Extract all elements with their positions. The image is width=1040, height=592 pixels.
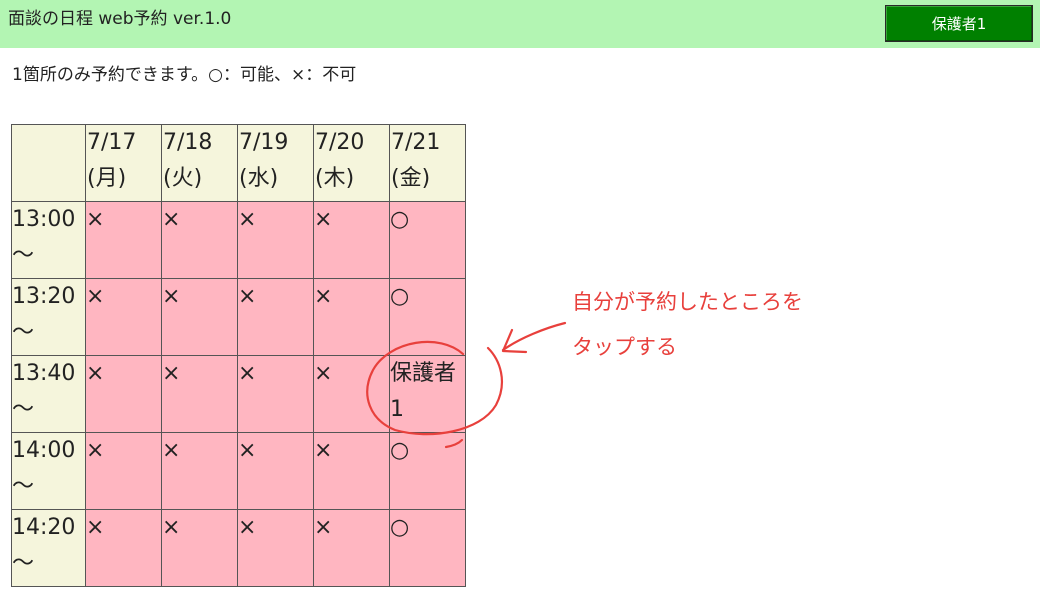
date-header-0718: 7/18 (火) [161,124,238,202]
time-label: 13:20 [12,284,76,309]
app-header: 面談の日程 web予約 ver.1.0 保護者1 [0,0,1040,48]
time-label: 13:00 [12,207,76,232]
time-tilde: ～ [12,474,35,499]
slot-cell[interactable]: × [237,278,314,356]
annotation-text-2: タップする [572,335,677,359]
slot-cell[interactable]: × [161,278,238,356]
date-label: 7/18 [163,130,213,155]
time-row-1340: 13:40 ～ × × × × 保護者1 [11,355,466,433]
slot-cell[interactable]: ○ [389,278,466,356]
schedule-table: 7/17 (月) 7/18 (火) 7/19 (水) 7/20 (木) 7/21… [11,124,466,587]
weekday-label: (水) [239,166,279,191]
time-slot-label: 14:20 ～ [11,509,86,587]
slot-cell[interactable]: × [313,278,390,356]
date-label: 7/20 [315,130,365,155]
date-header-0721: 7/21 (金) [389,124,466,202]
slot-cell[interactable]: × [85,509,162,587]
slot-cell[interactable]: ○ [389,432,466,510]
slot-cell[interactable]: × [237,509,314,587]
time-tilde: ～ [12,397,35,422]
slot-cell[interactable]: × [237,201,314,279]
time-slot-label: 14:00 ～ [11,432,86,510]
slot-cell[interactable]: × [237,432,314,510]
weekday-label: (火) [163,166,203,191]
slot-cell[interactable]: × [313,355,390,433]
time-row-1400: 14:00 ～ × × × × ○ [11,432,466,510]
slot-cell[interactable]: × [161,201,238,279]
time-slot-label: 13:20 ～ [11,278,86,356]
time-slot-label: 13:40 ～ [11,355,86,433]
instruction-text: 1箇所のみ予約できます。○：可能、×：不可 [12,65,357,85]
date-header-0717: 7/17 (月) [85,124,162,202]
time-tilde: ～ [12,320,35,345]
date-label: 7/19 [239,130,289,155]
time-row-1300: 13:00 ～ × × × × ○ [11,201,466,279]
user-button[interactable]: 保護者1 [885,5,1033,42]
my-reservation-cell[interactable]: 保護者1 [389,355,466,433]
annotation-text-1: 自分が予約したところを [572,290,803,314]
slot-cell[interactable]: ○ [389,201,466,279]
date-header-0719: 7/19 (水) [237,124,314,202]
slot-cell[interactable]: × [161,509,238,587]
slot-cell[interactable]: × [161,355,238,433]
slot-cell[interactable]: × [313,201,390,279]
slot-cell[interactable]: × [313,509,390,587]
date-header-row: 7/17 (月) 7/18 (火) 7/19 (水) 7/20 (木) 7/21… [11,124,466,202]
corner-cell [11,124,86,202]
time-slot-label: 13:00 ～ [11,201,86,279]
time-label: 14:20 [12,515,76,540]
time-label: 14:00 [12,438,76,463]
arrow-shaft [501,321,567,352]
time-tilde: ～ [12,551,35,576]
weekday-label: (月) [87,166,127,191]
arrow-head [501,328,528,354]
date-label: 7/21 [391,130,441,155]
slot-cell[interactable]: × [237,355,314,433]
time-row-1420: 14:20 ～ × × × × ○ [11,509,466,587]
slot-cell[interactable]: × [85,432,162,510]
date-header-0720: 7/20 (木) [313,124,390,202]
weekday-label: (木) [315,166,355,191]
slot-cell[interactable]: × [161,432,238,510]
app-title: 面談の日程 web予約 ver.1.0 [8,9,232,29]
time-label: 13:40 [12,361,76,386]
slot-cell[interactable]: × [85,201,162,279]
slot-cell[interactable]: × [85,278,162,356]
time-tilde: ～ [12,243,35,268]
date-label: 7/17 [87,130,137,155]
slot-cell[interactable]: × [313,432,390,510]
weekday-label: (金) [391,166,431,191]
slot-cell[interactable]: × [85,355,162,433]
time-row-1320: 13:20 ～ × × × × ○ [11,278,466,356]
slot-cell[interactable]: ○ [389,509,466,587]
